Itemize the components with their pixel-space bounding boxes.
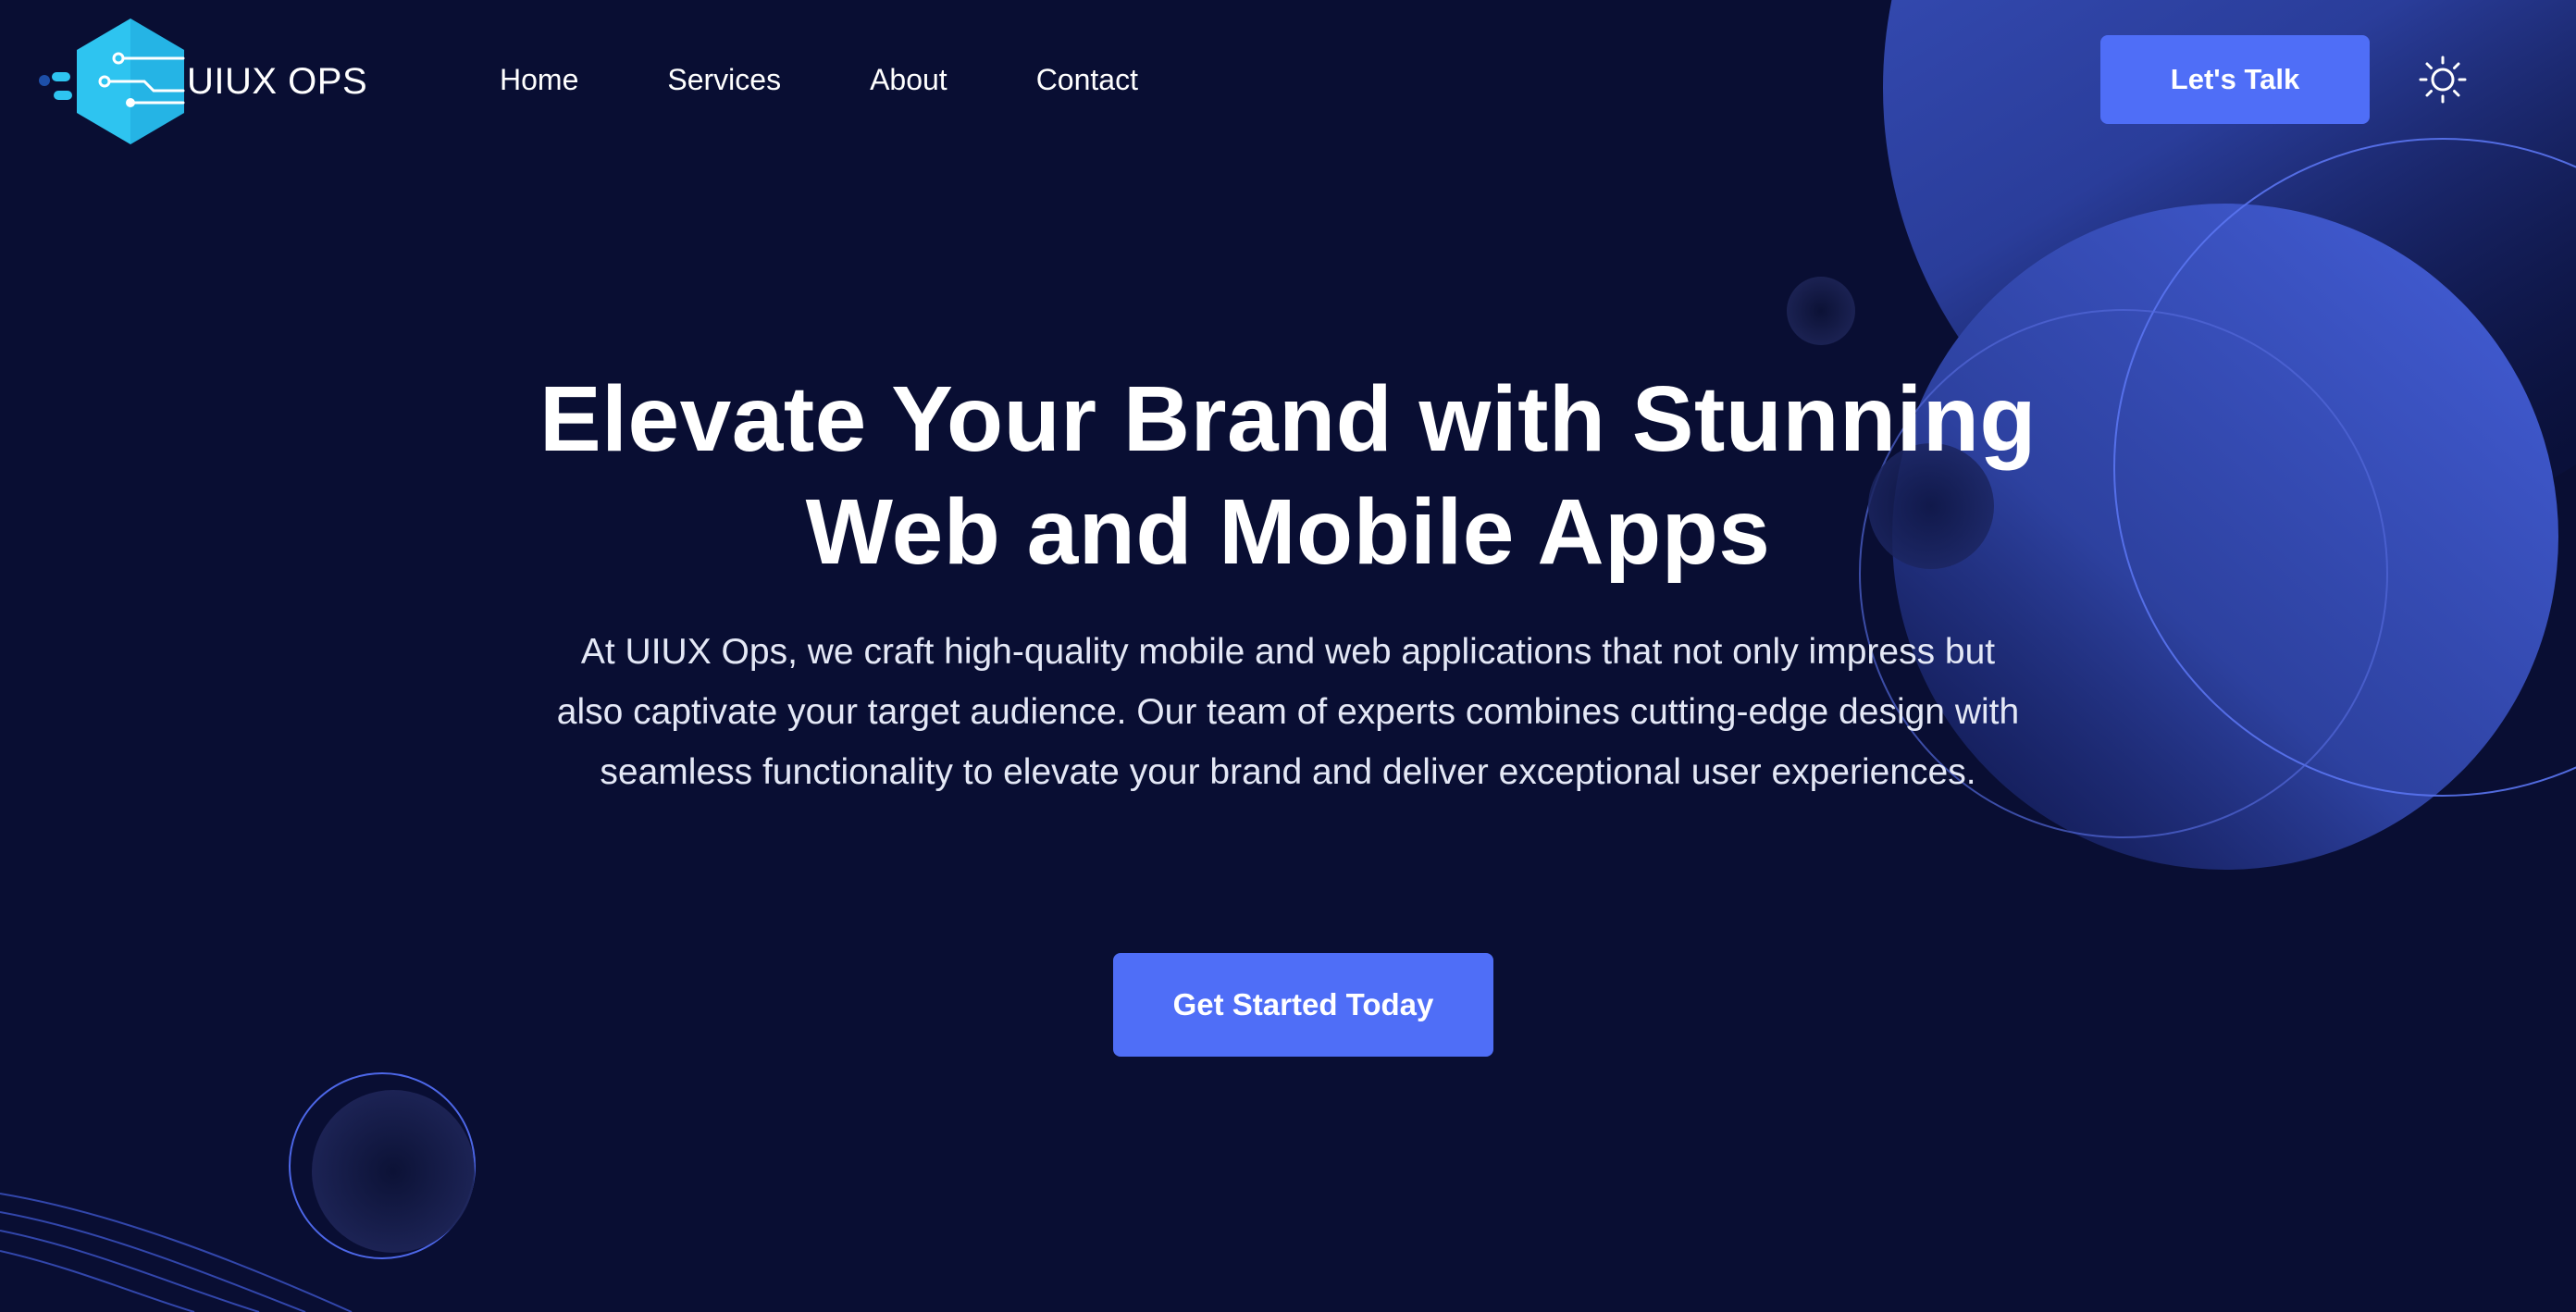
- wave-lines: [0, 1193, 353, 1312]
- nav-about[interactable]: About: [870, 59, 947, 100]
- orb-bottom-left: [289, 1072, 476, 1259]
- nav-contact[interactable]: Contact: [1036, 59, 1138, 100]
- brand-name: UIUX OPS: [187, 60, 368, 102]
- site-header: UIUX OPS Home Services About Contact Let…: [0, 0, 2576, 159]
- get-started-button[interactable]: Get Started Today: [1113, 953, 1493, 1057]
- hero-description: At UIUX Ops, we craft high-quality mobil…: [556, 632, 2020, 792]
- hero-title: Elevate Your Brand with Stunning Web and…: [363, 363, 2213, 588]
- nav-home[interactable]: Home: [500, 59, 578, 100]
- main-nav: Home Services About Contact: [500, 59, 1227, 100]
- lets-talk-button[interactable]: Let's Talk: [2100, 35, 2370, 124]
- small-dark-orb: [1787, 277, 1855, 345]
- theme-toggle-button[interactable]: [2417, 54, 2469, 105]
- sun-icon: [2419, 56, 2467, 104]
- landing-page: UIUX OPS Home Services About Contact Let…: [0, 0, 2576, 1312]
- logo-link[interactable]: UIUX OPS: [35, 17, 367, 146]
- hero-title-line-1: Elevate Your Brand with Stunning: [539, 367, 2037, 471]
- hexagon-circuit-icon: [39, 19, 185, 144]
- nav-services[interactable]: Services: [667, 59, 781, 100]
- hero-title-line-2: Web and Mobile Apps: [805, 480, 1771, 584]
